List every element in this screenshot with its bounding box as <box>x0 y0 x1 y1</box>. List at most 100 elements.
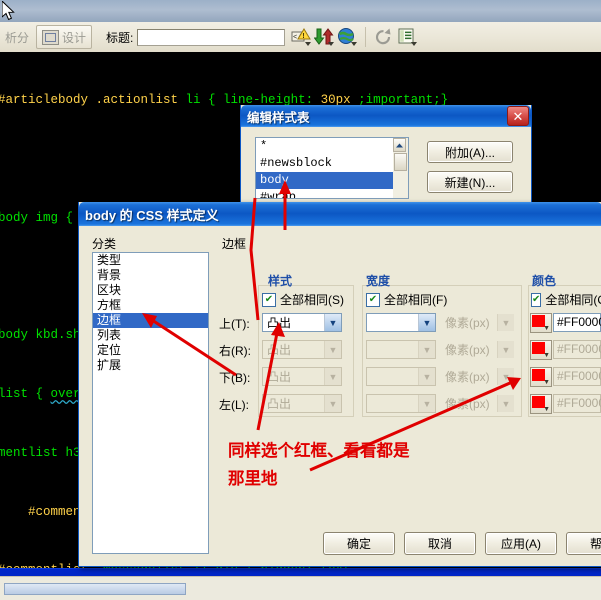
category-item-extension[interactable]: 扩展 <box>93 358 208 373</box>
border-color-input-right[interactable]: #FF0000 <box>553 340 601 359</box>
category-item-position[interactable]: 定位 <box>93 343 208 358</box>
category-label: 分类 <box>92 237 117 251</box>
category-item-border[interactable]: 边框 <box>93 313 208 328</box>
chevron-down-icon[interactable]: ▼ <box>543 325 550 332</box>
help-button[interactable]: 帮助 <box>566 532 601 555</box>
cancel-button[interactable]: 取消 <box>404 532 476 555</box>
chevron-down-icon[interactable]: ▼ <box>324 314 341 331</box>
border-color-input-bottom[interactable]: #FF0000 <box>553 367 601 386</box>
color-same-for-all-checkbox[interactable]: ✔ 全部相同(O) <box>531 291 601 308</box>
border-color-swatch-right[interactable]: ▼ <box>530 340 552 360</box>
attach-stylesheet-button[interactable]: 附加(A)... <box>427 141 513 163</box>
style-same-for-all-checkbox[interactable]: ✔ 全部相同(S) <box>262 291 344 308</box>
category-item-block[interactable]: 区块 <box>93 283 208 298</box>
close-icon[interactable]: ✕ <box>507 106 529 126</box>
list-view-icon[interactable] <box>397 27 418 47</box>
toolbar-divider <box>365 27 367 47</box>
chevron-down-icon[interactable]: ▼ <box>543 406 550 413</box>
chevron-down-icon[interactable]: ▼ <box>543 352 550 359</box>
svg-text:!: ! <box>303 33 305 40</box>
chevron-down-icon <box>411 42 418 46</box>
apply-button[interactable]: 应用(A) <box>485 532 557 555</box>
split-view-button[interactable]: 析分 <box>0 26 34 48</box>
checkmark-icon: ✔ <box>262 292 276 307</box>
border-style-select-right[interactable]: 凸出 ▼ <box>262 340 342 359</box>
chevron-down-icon[interactable]: ▼ <box>497 368 514 385</box>
border-style-select-left[interactable]: 凸出 ▼ <box>262 394 342 413</box>
row-label-top: 上(T): <box>219 317 250 331</box>
design-view-button[interactable]: 设计 <box>36 25 93 49</box>
edit-stylesheet-dialog[interactable]: 编辑样式表 ✕ * #newsblock body #wrap 附加(A)...… <box>240 105 532 211</box>
border-width-select-top[interactable]: ▼ <box>366 313 436 332</box>
list-item[interactable]: * <box>256 138 408 155</box>
category-item-type[interactable]: 类型 <box>93 253 208 268</box>
category-item-list[interactable]: 列表 <box>93 328 208 343</box>
border-style-value-right: 凸出 <box>267 343 292 357</box>
chevron-down-icon[interactable]: ▼ <box>418 368 435 385</box>
border-color-swatch-bottom[interactable]: ▼ <box>530 367 552 387</box>
category-item-background[interactable]: 背景 <box>93 268 208 283</box>
border-color-input-top[interactable]: #FF0000 <box>553 313 601 332</box>
chevron-down-icon[interactable]: ▼ <box>497 395 514 412</box>
code-warning-icon[interactable]: </> ! <box>291 27 312 47</box>
chevron-down-icon[interactable]: ▼ <box>497 341 514 358</box>
document-toolbar: 析分 设计 标题: </> ! <box>0 22 601 53</box>
border-width-unit-label-right: 像素(px) <box>445 343 490 357</box>
chevron-down-icon[interactable]: ▼ <box>497 314 514 331</box>
border-style-select-top[interactable]: 凸出 ▼ <box>262 313 342 332</box>
border-style-select-bottom[interactable]: 凸出 ▼ <box>262 367 342 386</box>
border-color-swatch-top[interactable]: ▼ <box>530 313 552 333</box>
page-title-input[interactable] <box>137 28 286 46</box>
border-color-swatch-left[interactable]: ▼ <box>530 394 552 414</box>
border-width-unit-right[interactable]: 像素(px) ▼ <box>440 340 515 359</box>
border-style-value-top: 凸出 <box>267 316 292 330</box>
stylesheet-rule-list[interactable]: * #newsblock body #wrap <box>255 137 409 199</box>
width-same-for-all-checkbox[interactable]: ✔ 全部相同(F) <box>366 291 447 308</box>
border-width-unit-left[interactable]: 像素(px) ▼ <box>440 394 515 413</box>
toolbar-icon-group: </> ! <box>291 27 418 47</box>
css-rule-titlebar[interactable]: body 的 CSS 样式定义 <box>79 202 601 226</box>
code-right-fragment: sans-seri : 0 5px; } FFF; border ? 500: … <box>534 52 601 202</box>
chevron-down-icon[interactable]: ▼ <box>324 395 341 412</box>
list-item-selected[interactable]: body <box>256 172 408 189</box>
chevron-down-icon[interactable]: ▼ <box>543 379 550 386</box>
border-color-input-left[interactable]: #FF0000 <box>553 394 601 413</box>
border-style-value-left: 凸出 <box>267 397 292 411</box>
checkmark-icon: ✔ <box>366 292 380 307</box>
border-width-select-bottom[interactable]: ▼ <box>366 367 436 386</box>
border-width-select-right[interactable]: ▼ <box>366 340 436 359</box>
category-item-box[interactable]: 方框 <box>93 298 208 313</box>
list-item[interactable]: #wrap <box>256 189 408 198</box>
globe-preview-icon[interactable] <box>337 27 358 47</box>
ok-button[interactable]: 确定 <box>323 532 395 555</box>
chevron-down-icon[interactable]: ▼ <box>418 395 435 412</box>
annotation-line-2: 那里地 <box>228 469 278 488</box>
scroll-up-icon[interactable] <box>393 138 406 152</box>
css-rule-title: body 的 CSS 样式定义 <box>85 207 219 223</box>
section-heading-border: 边框 <box>222 237 247 251</box>
stylesheet-list-scrollbar[interactable] <box>393 137 409 199</box>
new-rule-button[interactable]: 新建(N)... <box>427 171 513 193</box>
border-width-unit-label-top: 像素(px) <box>445 316 490 330</box>
border-width-select-left[interactable]: ▼ <box>366 394 436 413</box>
edit-stylesheet-title: 编辑样式表 <box>247 110 310 125</box>
application-window: 析分 设计 标题: </> ! <box>0 0 601 600</box>
chevron-down-icon[interactable]: ▼ <box>418 341 435 358</box>
color-same-for-all-label: 全部相同(O) <box>545 293 601 307</box>
edit-stylesheet-titlebar[interactable]: 编辑样式表 ✕ <box>241 105 531 127</box>
chevron-down-icon[interactable]: ▼ <box>324 341 341 358</box>
split-view-label: 析分 <box>5 30 30 45</box>
border-width-unit-bottom[interactable]: 像素(px) ▼ <box>440 367 515 386</box>
chevron-down-icon <box>351 42 358 46</box>
file-transfer-icon[interactable] <box>313 27 335 47</box>
scrollbar-thumb[interactable] <box>394 153 407 171</box>
list-item[interactable]: #newsblock <box>256 155 408 172</box>
category-list[interactable]: 类型 背景 区块 方框 边框 列表 定位 扩展 <box>92 252 209 554</box>
chevron-down-icon[interactable]: ▼ <box>324 368 341 385</box>
border-width-unit-top[interactable]: 像素(px) ▼ <box>440 313 515 332</box>
chevron-down-icon[interactable]: ▼ <box>418 314 435 331</box>
refresh-icon[interactable] <box>374 27 394 47</box>
mouse-cursor-icon <box>2 1 15 21</box>
border-width-unit-label-bottom: 像素(px) <box>445 370 490 384</box>
border-style-value-bottom: 凸出 <box>267 370 292 384</box>
